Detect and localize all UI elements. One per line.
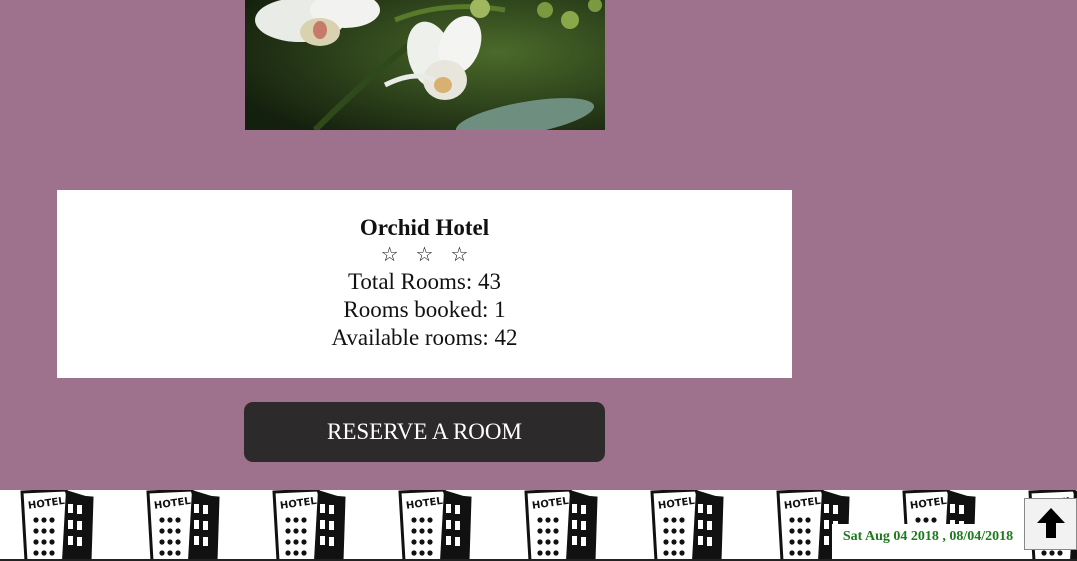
star-rating: ☆ ☆ ☆: [380, 244, 475, 266]
hotel-building-icon: [524, 490, 598, 561]
available-rooms: Available rooms: 42: [331, 325, 518, 350]
arrow-up-icon: [1036, 507, 1066, 542]
date-label: Sat Aug 04 2018 , 08/04/2018: [832, 524, 1024, 560]
hotel-info-card: Orchid Hotel ☆ ☆ ☆ Total Rooms: 43 Rooms…: [57, 190, 792, 378]
hotel-building-icon: [398, 490, 472, 561]
hotel-building-icon: [650, 490, 724, 561]
hotel-building-icon: [272, 490, 346, 561]
scroll-to-top-button[interactable]: [1024, 498, 1077, 550]
hotel-building-icon: [20, 490, 94, 561]
hotel-building-icon: [146, 490, 220, 561]
reserve-room-button[interactable]: RESERVE A ROOM: [244, 402, 605, 462]
rooms-booked: Rooms booked: 1: [343, 297, 506, 322]
hotel-photo: [245, 0, 605, 130]
total-rooms: Total Rooms: 43: [347, 269, 501, 294]
hotel-name: Orchid Hotel: [359, 215, 490, 240]
